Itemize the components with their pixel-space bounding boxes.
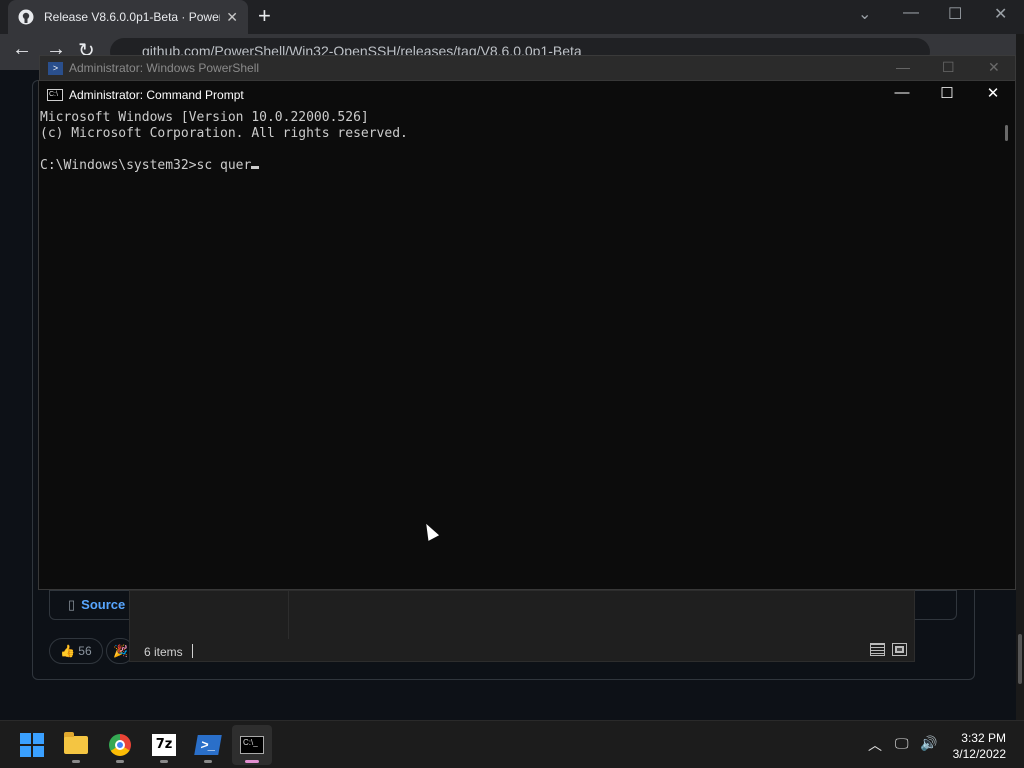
running-indicator: [160, 760, 168, 763]
active-indicator: [245, 760, 259, 763]
cmd-maximize-button[interactable]: ☐: [937, 84, 957, 102]
console-line: Microsoft Windows [Version 10.0.22000.52…: [40, 110, 369, 125]
tray-overflow-icon[interactable]: ︿: [868, 735, 882, 755]
running-indicator: [72, 760, 80, 763]
console-line: (c) Microsoft Corporation. All rights re…: [40, 126, 408, 141]
tab-close-icon[interactable]: ✕: [226, 9, 238, 26]
browser-tab-bar: Release V8.6.0.0p1-Beta · PowerS ✕ + ⌄ —…: [0, 0, 1024, 34]
text-cursor: [251, 166, 260, 169]
system-clock[interactable]: 3:32 PM 3/12/2022: [953, 730, 1006, 762]
thumbs-up-icon: 👍: [60, 644, 75, 658]
thumbs-up-reaction[interactable]: 👍 56: [49, 638, 103, 664]
cmd-console-output[interactable]: Microsoft Windows [Version 10.0.22000.52…: [39, 110, 999, 588]
network-icon[interactable]: 🖵: [895, 735, 909, 752]
browser-scrollbar[interactable]: [1016, 34, 1024, 720]
windows-logo-icon: [20, 733, 44, 757]
command-prompt-window[interactable]: C:\ Administrator: Command Prompt — ☐ ✕ …: [38, 80, 1016, 590]
taskbar-chrome[interactable]: [100, 725, 140, 765]
console-input[interactable]: C:\Windows\system32>sc quer: [40, 158, 251, 173]
cmd-scrollbar-thumb[interactable]: [1005, 125, 1008, 141]
details-view-icon[interactable]: [870, 643, 885, 656]
clock-date: 3/12/2022: [952, 747, 1006, 761]
7zip-icon: 7z: [152, 734, 176, 756]
ps-close-button[interactable]: ✕: [988, 59, 1000, 76]
powershell-icon: >: [48, 61, 63, 75]
powershell-title: Administrator: Windows PowerShell: [69, 61, 260, 75]
terminal-icon: C:\_: [240, 736, 264, 754]
running-indicator: [116, 760, 124, 763]
zip-icon: ▯: [68, 597, 76, 612]
ps-maximize-button[interactable]: ☐: [942, 59, 955, 76]
source-link[interactable]: ▯ Source: [68, 597, 125, 613]
emoji-icon: 🎉: [113, 644, 128, 658]
powershell-titlebar[interactable]: > Administrator: Windows PowerShell: [40, 56, 1015, 80]
item-count-status: 6 items: [144, 645, 183, 659]
browser-minimize-button[interactable]: —: [903, 4, 919, 22]
taskbar-command-prompt[interactable]: C:\_: [232, 725, 272, 765]
cmd-minimize-button[interactable]: —: [892, 84, 912, 101]
running-indicator: [204, 760, 212, 763]
taskbar-powershell[interactable]: >_: [188, 725, 228, 765]
status-separator: [192, 644, 193, 658]
browser-restore-button[interactable]: ☐: [948, 4, 962, 24]
taskbar: 7z >_ C:\_ ︿ 🖵 🔊 3:32 PM 3/12/2022: [0, 720, 1024, 768]
chevron-down-icon[interactable]: ⌄: [858, 4, 871, 24]
cmd-titlebar[interactable]: C:\ Administrator: Command Prompt: [39, 81, 1015, 108]
github-icon: [18, 9, 34, 25]
new-tab-button[interactable]: +: [258, 4, 271, 28]
back-icon[interactable]: ←: [12, 38, 32, 61]
taskbar-7zip[interactable]: 7z: [144, 725, 184, 765]
browser-tab-title: Release V8.6.0.0p1-Beta · PowerS: [44, 10, 221, 24]
powershell-icon: >_: [194, 735, 222, 755]
console-prompt-line[interactable]: C:\Windows\system32>sc quer: [40, 158, 999, 174]
taskbar-file-explorer[interactable]: [56, 725, 96, 765]
volume-icon[interactable]: 🔊: [920, 735, 937, 752]
large-icons-view-icon[interactable]: [892, 643, 907, 656]
pane-divider[interactable]: [288, 591, 289, 639]
chrome-icon: [109, 734, 131, 756]
reaction-count: 56: [78, 644, 92, 658]
browser-close-button[interactable]: ✕: [994, 4, 1007, 24]
browser-tab[interactable]: Release V8.6.0.0p1-Beta · PowerS ✕: [8, 0, 248, 34]
ps-minimize-button[interactable]: —: [896, 59, 910, 75]
clock-time: 3:32 PM: [961, 731, 1006, 745]
source-label: Source: [81, 597, 126, 612]
file-explorer-window[interactable]: 6 items: [129, 590, 915, 662]
start-button[interactable]: [12, 725, 52, 765]
cmd-icon: C:\: [47, 88, 63, 101]
folder-icon: [64, 732, 88, 754]
scrollbar-thumb[interactable]: [1018, 634, 1022, 684]
cmd-title: Administrator: Command Prompt: [69, 87, 244, 102]
cmd-close-button[interactable]: ✕: [983, 84, 1003, 102]
